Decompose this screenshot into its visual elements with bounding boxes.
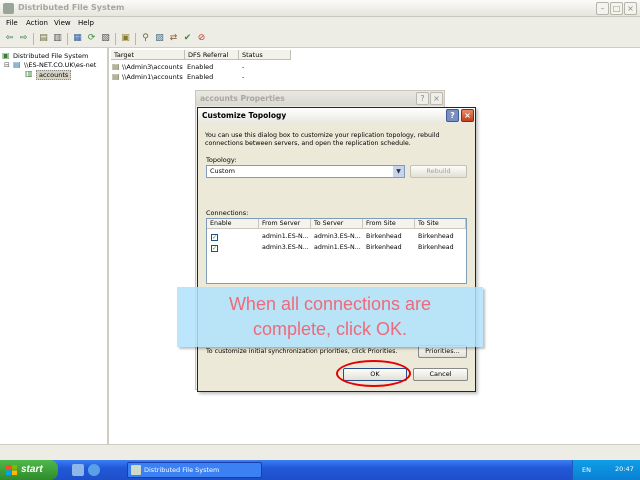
instruction-line-2: complete, click OK.: [252, 319, 408, 339]
show-hide-tree-icon[interactable]: ▥: [52, 33, 63, 44]
topology-label: Topology:: [206, 156, 237, 164]
list-row-target[interactable]: \\Admin1\accounts: [122, 73, 183, 81]
topology-select[interactable]: Custom ▼: [206, 165, 405, 178]
menu-action[interactable]: Action: [26, 19, 48, 27]
list-row-status: -: [242, 63, 245, 71]
instruction-callout: When all connections are complete, click…: [177, 287, 483, 347]
ok-highlight-ring: [336, 360, 411, 387]
row-from-server: admin3.ES-N...: [262, 244, 309, 251]
enable-checkbox[interactable]: ✓: [211, 245, 218, 252]
taskbar-item-label: Distributed File System: [144, 466, 220, 474]
col-to-server[interactable]: To Server: [311, 219, 363, 229]
row-to-site: Birkenhead: [418, 233, 454, 240]
tree-node-accounts[interactable]: accounts: [36, 70, 72, 80]
toolbar-separator: [67, 33, 68, 45]
start-button[interactable]: start: [0, 460, 58, 480]
minimize-button[interactable]: –: [596, 2, 609, 15]
dfs-app-icon: [3, 3, 14, 14]
properties-title[interactable]: accounts Properties: [196, 91, 444, 106]
up-folder-icon[interactable]: ▤: [38, 33, 49, 44]
target-folder-icon: ▤: [112, 72, 120, 81]
row-from-site: Birkenhead: [366, 244, 402, 251]
export-list-icon[interactable]: ▧: [100, 33, 111, 44]
status-bar: [0, 444, 640, 460]
menu-bar: File Action View Help: [0, 17, 640, 30]
instruction-text: When all connections are complete, click…: [177, 292, 483, 342]
start-label: start: [21, 464, 43, 475]
cancel-button[interactable]: Cancel: [413, 368, 468, 381]
customize-topology-dialog: Customize Topology ? × You can use this …: [197, 107, 476, 392]
chevron-down-icon[interactable]: ▼: [393, 166, 404, 177]
menu-file[interactable]: File: [6, 19, 18, 27]
list-row-referral: Enabled: [187, 63, 214, 71]
collapse-icon[interactable]: ⊟: [4, 61, 13, 69]
topology-value: Custom: [210, 167, 235, 175]
connections-label: Connections:: [206, 209, 249, 217]
toolbar-separator: [135, 33, 136, 45]
properties-icon[interactable]: ▦: [72, 33, 83, 44]
toolbar-separator: [115, 33, 116, 45]
link-icon: ▥: [25, 69, 33, 78]
col-dfs-referral[interactable]: DFS Referral: [185, 50, 239, 60]
menu-view[interactable]: View: [54, 19, 71, 27]
row-from-site: Birkenhead: [366, 233, 402, 240]
new-target-icon[interactable]: ▨: [154, 33, 165, 44]
col-target[interactable]: Target: [111, 50, 185, 60]
col-enable[interactable]: Enable: [207, 219, 259, 229]
back-icon[interactable]: ⇦: [4, 33, 15, 44]
dialog-title[interactable]: Customize Topology: [198, 108, 475, 123]
list-row-referral: Enabled: [187, 73, 214, 81]
instruction-line-1: When all connections are: [228, 294, 432, 314]
dialog-description: You can use this dialog box to customize…: [205, 132, 440, 147]
row-to-server: admin3.ES-N...: [314, 233, 361, 240]
row-to-server: admin1.ES-N...: [314, 244, 361, 251]
col-status[interactable]: Status: [239, 50, 291, 60]
col-from-site[interactable]: From Site: [363, 219, 415, 229]
language-indicator[interactable]: EN: [582, 466, 591, 474]
tree-node-domain[interactable]: \\ES-NET.CO.UK\es-net: [24, 61, 96, 69]
list-row-status: -: [242, 73, 245, 81]
console-tree: ▣ Distributed File System ⊟ ▤ \\ES-NET.C…: [0, 48, 109, 444]
col-to-site[interactable]: To Site: [415, 219, 466, 229]
close-button[interactable]: ×: [624, 2, 637, 15]
windows-flag-icon: [6, 465, 17, 475]
props-help-button[interactable]: ?: [416, 92, 429, 105]
new-root-icon[interactable]: ▣: [120, 33, 131, 44]
menu-help[interactable]: Help: [78, 19, 94, 27]
dialog-help-button[interactable]: ?: [446, 109, 459, 122]
maximize-button[interactable]: □: [610, 2, 623, 15]
row-from-server: admin1.ES-N...: [262, 233, 309, 240]
connections-table: Enable From Server To Server From Site T…: [206, 218, 467, 284]
internet-explorer-icon[interactable]: [88, 464, 100, 476]
check-status-icon[interactable]: ✔: [182, 33, 193, 44]
row-to-site: Birkenhead: [418, 244, 454, 251]
window-title: Distributed File System: [18, 3, 125, 12]
remove-icon[interactable]: ⊘: [196, 33, 207, 44]
taskbar: start Distributed File System 20:47: [0, 460, 640, 480]
replication-icon[interactable]: ⇄: [168, 33, 179, 44]
target-folder-icon: ▤: [112, 62, 120, 71]
list-row-target[interactable]: \\Admin3\accounts: [122, 63, 183, 71]
forward-icon[interactable]: ⇨: [18, 33, 29, 44]
col-from-server[interactable]: From Server: [259, 219, 311, 229]
toolbar: ⇦ ⇨ ▤ ▥ ▦ ⟳ ▧ ▣ ⚲ ▨ ⇄ ✔ ⊘: [0, 30, 640, 48]
main-title-bar[interactable]: Distributed File System – □ ×: [0, 0, 640, 17]
enable-checkbox[interactable]: ✓: [211, 234, 218, 241]
tree-node-dfs[interactable]: Distributed File System: [13, 52, 88, 60]
dfs-root-icon: ▣: [2, 51, 10, 60]
dialog-close-button[interactable]: ×: [461, 109, 474, 122]
clock[interactable]: 20:47: [615, 465, 634, 473]
new-link-icon[interactable]: ⚲: [140, 33, 151, 44]
rebuild-button[interactable]: Rebuild: [410, 165, 467, 178]
dfs-task-icon: [131, 465, 141, 475]
taskbar-item-dfs[interactable]: Distributed File System: [127, 462, 262, 478]
priorities-text: To customize initial synchronization pri…: [206, 348, 398, 355]
props-close-button[interactable]: ×: [430, 92, 443, 105]
refresh-icon[interactable]: ⟳: [86, 33, 97, 44]
show-desktop-icon[interactable]: [72, 464, 84, 476]
domain-root-icon: ▤: [13, 60, 21, 69]
toolbar-separator: [33, 33, 34, 45]
